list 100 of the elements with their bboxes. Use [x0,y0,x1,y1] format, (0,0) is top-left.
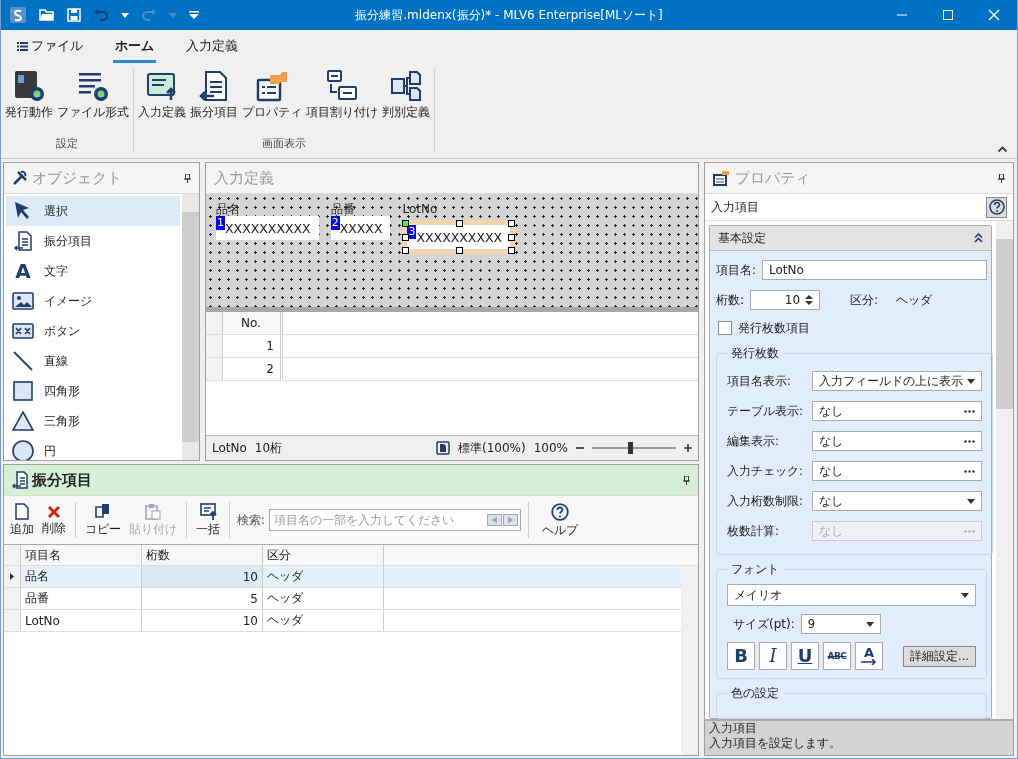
section-header[interactable]: 基本設定 [710,226,991,251]
field-label: 区分: [850,291,879,309]
column-header[interactable]: No. [223,312,283,334]
object-item[interactable]: 三角形 [6,406,180,436]
status-text: LotNo [212,441,247,455]
digits-spinbox[interactable]: 10 [750,290,821,310]
bold-button[interactable]: B [727,642,755,670]
field-label: 枚数計算: [727,523,780,539]
pin-icon[interactable] [184,173,191,183]
size-dropdown[interactable]: 9 [800,614,881,634]
save-icon[interactable] [67,8,81,22]
field-label: 編集表示: [727,433,780,449]
scrollbar[interactable] [182,194,199,460]
detail-settings-button[interactable]: 詳細設定... [903,645,976,667]
mapping-icon [326,70,358,102]
ribbon-button[interactable]: 項目割り付け [304,68,380,136]
ribbon-button[interactable]: ファイル形式 [55,68,131,136]
italic-button[interactable]: I [759,642,787,670]
picker-field[interactable]: なし [812,461,982,481]
group-title: フォント [730,561,780,578]
maximize-icon[interactable] [942,9,954,21]
dropdown[interactable]: 入力フィールドの上に表示 [812,371,982,391]
description-text: 入力項目を設定します。 [709,736,842,751]
object-item[interactable]: 選択 [6,196,180,226]
object-item[interactable]: 振分項目 [6,226,180,256]
column-header[interactable]: 項目名 [21,545,142,565]
strike-button[interactable]: ABC [823,642,851,670]
toolbar-button[interactable]: 追加 [8,503,36,537]
picker-field[interactable]: なし [812,401,982,421]
slider-thumb[interactable] [627,442,633,454]
page-icon[interactable] [436,441,450,455]
customize-icon[interactable] [189,11,199,19]
field-label: サイズ(pt): [733,615,795,633]
row-header[interactable] [4,566,21,587]
zoom-in-icon[interactable] [684,444,692,452]
table-row[interactable]: 品名 10 ヘッダ [4,566,681,588]
object-item[interactable]: 四角形 [6,376,180,406]
scrollbar[interactable] [681,566,698,755]
font-dropdown[interactable]: メイリオ [727,584,976,606]
ribbon-button[interactable]: プロパティ [240,68,304,136]
picker-field[interactable]: なし [812,431,982,451]
pin-icon[interactable] [998,173,1005,183]
close-icon[interactable] [988,9,1000,21]
form-arrow-icon [146,70,178,102]
spin-arrows-icon [805,294,814,306]
collapse-icon[interactable] [998,146,1007,152]
zoom-slider[interactable] [592,440,676,456]
folder-icon[interactable] [39,8,55,22]
ribbon-tab[interactable]: ホーム [113,31,156,63]
checkbox[interactable]: 発行枚数項目 [716,315,987,341]
table-row[interactable]: 品番 5 ヘッダ [4,588,681,610]
help-button[interactable]: ヘルプ [535,502,584,538]
caret-icon [967,378,975,384]
button-icon [12,323,34,339]
column-header[interactable]: 桁数 [142,545,263,565]
ribbon-button[interactable]: 振分項目 [188,68,240,136]
triangle-icon [12,411,34,431]
ribbon-tab[interactable]: 入力定義 [184,31,240,63]
object-type: 入力項目 [711,198,759,216]
zoom-out-icon[interactable] [576,444,584,452]
direction-button[interactable]: A [855,642,883,670]
toolbar-button[interactable]: 削除 [40,504,68,536]
more-icon [964,439,975,443]
ribbon-button[interactable]: 判別定義 [380,68,432,136]
column-header[interactable]: 区分 [263,545,384,565]
document-arrow-icon [198,70,230,102]
group-title: 色の設定 [730,685,780,702]
object-item[interactable]: 円 [6,436,180,460]
object-item[interactable]: 直線 [6,346,180,376]
object-item[interactable]: A 文字 [6,256,180,286]
panel-title: プロパティ [735,168,810,188]
field-label: 入力桁数制限: [727,493,804,509]
caret-icon [865,621,874,627]
name-field[interactable]: LotNo [762,260,987,280]
zoom-text: 100% [533,441,568,455]
help-button[interactable] [986,196,1007,218]
caret-icon[interactable] [121,12,129,18]
table-cell: ヘッダ [263,610,384,631]
view-mode[interactable]: 標準(100%) [458,439,526,457]
object-item[interactable]: イメージ [6,286,180,316]
underline-button[interactable]: U [791,642,819,670]
toolbar-button[interactable]: 一括 [194,503,222,537]
table-row[interactable]: LotNo 10 ヘッダ [4,610,681,632]
app-logo-icon[interactable] [9,6,27,24]
branch-icon [390,70,422,102]
dropdown[interactable]: なし [812,491,982,511]
clipboard-icon [145,503,161,520]
group-label: 画面表示 [261,136,307,152]
object-item[interactable]: ボタン [6,316,180,346]
table-cell: LotNo [21,610,142,631]
pin-icon[interactable] [683,475,690,485]
ribbon-button[interactable]: 発行動作 [3,68,55,136]
chevron-icon [974,233,983,243]
field-label: テーブル表示: [727,403,804,419]
file-menu-tab[interactable]: ファイル [15,31,85,63]
ribbon-button[interactable]: 入力定義 [136,68,188,136]
scrollbar[interactable] [996,221,1013,719]
toolbar-button[interactable]: コピー [83,503,123,537]
field-label: 項目名表示: [727,373,792,389]
lines-gear-icon [77,70,109,102]
